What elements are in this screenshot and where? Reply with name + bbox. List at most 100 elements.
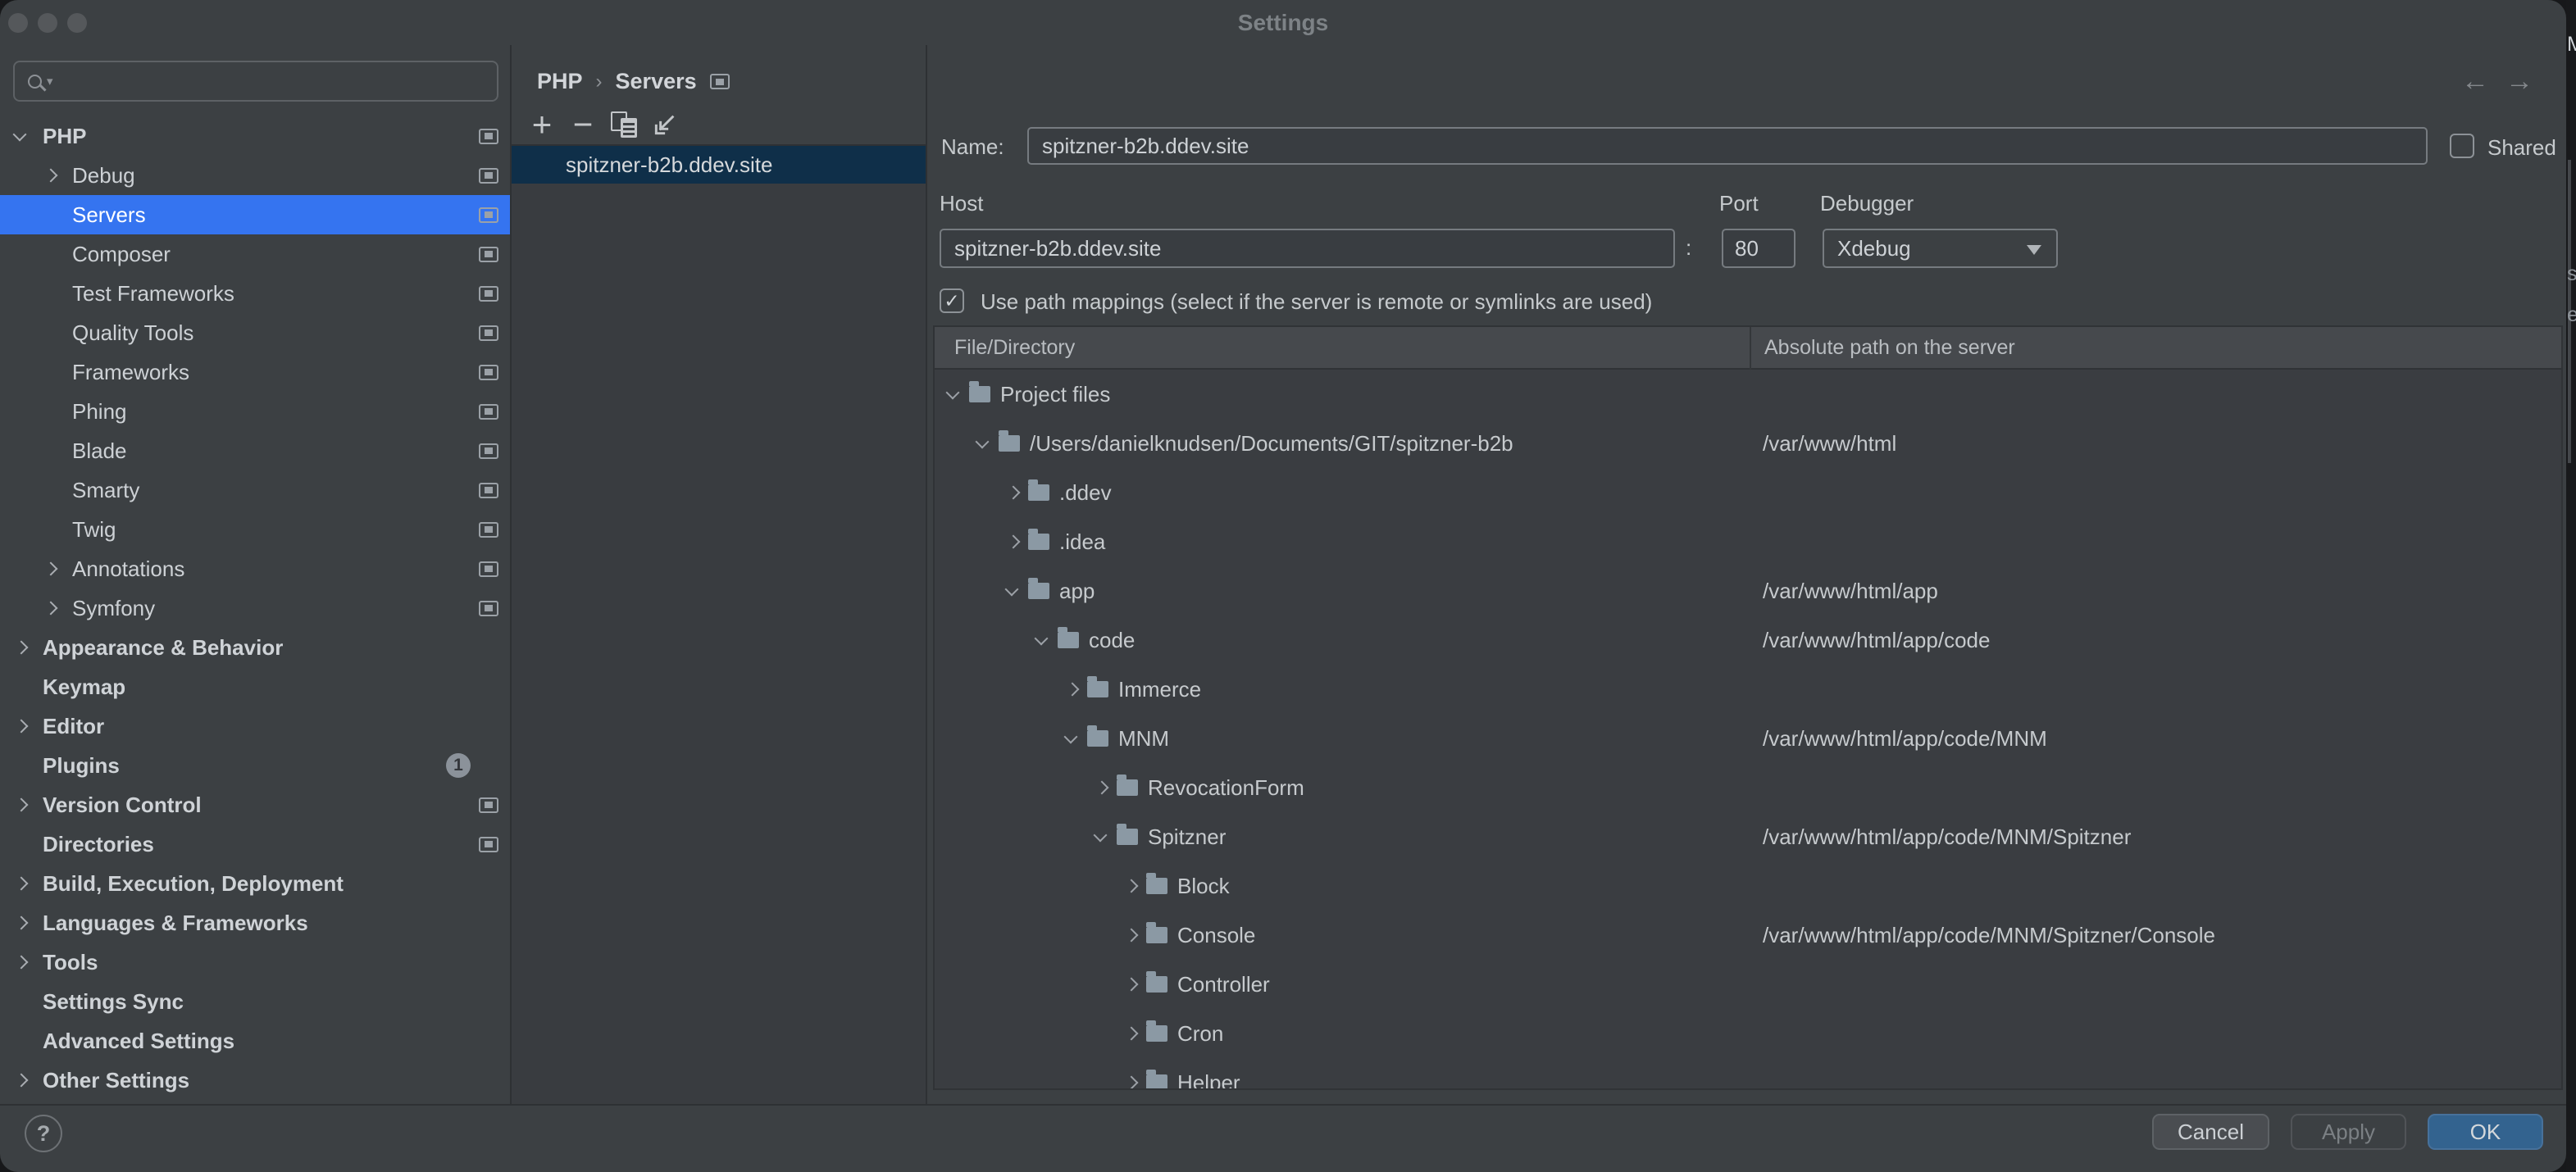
- chevron-collapsed-icon[interactable]: [15, 918, 39, 928]
- add-server-button[interactable]: +: [521, 106, 562, 143]
- sidebar-item-plugins[interactable]: Plugins1: [0, 746, 510, 785]
- sidebar-item-annotations[interactable]: Annotations: [0, 549, 510, 588]
- column-divider[interactable]: [1750, 327, 1751, 370]
- sidebar-item-debug[interactable]: Debug: [0, 156, 510, 195]
- mapping-row-app[interactable]: app/var/www/html/app: [935, 566, 2561, 616]
- chevron-collapsed-icon[interactable]: [1125, 930, 1146, 940]
- chevron-collapsed-icon[interactable]: [1125, 1078, 1146, 1088]
- chevron-collapsed-icon[interactable]: [1007, 488, 1028, 497]
- debugger-select[interactable]: Xdebug: [1823, 229, 2058, 268]
- sidebar-item-tools[interactable]: Tools: [0, 943, 510, 982]
- sidebar-item-phing[interactable]: Phing: [0, 392, 510, 431]
- sidebar-item-php[interactable]: PHP: [0, 116, 510, 156]
- sidebar-item-servers[interactable]: Servers: [0, 195, 510, 234]
- chevron-collapsed-icon[interactable]: [44, 603, 69, 613]
- chevron-collapsed-icon[interactable]: [1125, 1029, 1146, 1038]
- host-input[interactable]: [940, 229, 1675, 268]
- sidebar-item-directories[interactable]: Directories: [0, 824, 510, 864]
- sidebar-item-symfony[interactable]: Symfony: [0, 588, 510, 628]
- chevron-expanded-icon[interactable]: [977, 440, 999, 447]
- sidebar-item-build-execution-deployment[interactable]: Build, Execution, Deployment: [0, 864, 510, 903]
- sidebar-item-languages-frameworks[interactable]: Languages & Frameworks: [0, 903, 510, 943]
- mapping-row-users-danielknudsen-documents-git-spitzner-b2b[interactable]: /Users/danielknudsen/Documents/GIT/spitz…: [935, 419, 2561, 468]
- sidebar-item-version-control[interactable]: Version Control: [0, 785, 510, 824]
- chevron-collapsed-icon[interactable]: [15, 1075, 39, 1085]
- sidebar-item-frameworks[interactable]: Frameworks: [0, 352, 510, 392]
- copy-server-button[interactable]: [603, 106, 644, 143]
- chevron-expanded-icon[interactable]: [1095, 834, 1117, 840]
- port-input[interactable]: [1722, 229, 1795, 268]
- sidebar-item-twig[interactable]: Twig: [0, 510, 510, 549]
- sidebar-item-label: Debug: [72, 163, 135, 189]
- chevron-collapsed-icon[interactable]: [1095, 783, 1117, 793]
- mapping-path-cell: /var/www/html/app/code/MNM/Spitzner: [1763, 824, 2131, 850]
- search-options-caret-icon[interactable]: ▾: [47, 74, 53, 89]
- mapping-row-immerce[interactable]: Immerce: [935, 665, 2561, 714]
- ok-button[interactable]: OK: [2428, 1114, 2543, 1150]
- folder-icon: [1117, 829, 1138, 845]
- sidebar-item-blade[interactable]: Blade: [0, 431, 510, 470]
- sidebar-item-composer[interactable]: Composer: [0, 234, 510, 274]
- mapping-row-mnm[interactable]: MNM/var/www/html/app/code/MNM: [935, 714, 2561, 763]
- remove-server-button[interactable]: −: [562, 106, 603, 143]
- path-mappings-checkbox[interactable]: [940, 288, 964, 313]
- chevron-expanded-icon[interactable]: [1007, 588, 1028, 594]
- chevron-collapsed-icon[interactable]: [1007, 537, 1028, 547]
- mapping-row-block[interactable]: Block: [935, 861, 2561, 911]
- help-button[interactable]: ?: [25, 1115, 62, 1152]
- cancel-button[interactable]: Cancel: [2152, 1114, 2269, 1150]
- sidebar-item-appearance-behavior[interactable]: Appearance & Behavior: [0, 628, 510, 667]
- search-icon: [28, 75, 42, 89]
- plugins-update-badge: 1: [446, 753, 471, 778]
- forward-arrow-icon[interactable]: →: [2505, 66, 2533, 98]
- mapping-path-cell: /var/www/html: [1763, 431, 1896, 457]
- mapping-row-helper[interactable]: Helper: [935, 1058, 2561, 1088]
- server-list-item[interactable]: spitzner-b2b.ddev.site: [512, 146, 926, 184]
- mapping-row-console[interactable]: Console/var/www/html/app/code/MNM/Spitzn…: [935, 911, 2561, 960]
- sidebar-item-advanced-settings[interactable]: Advanced Settings: [0, 1021, 510, 1061]
- chevron-expanded-icon[interactable]: [1036, 637, 1058, 643]
- mapping-row-cron[interactable]: Cron: [935, 1009, 2561, 1058]
- folder-icon: [999, 435, 1020, 452]
- mapping-row-ddev[interactable]: .ddev: [935, 468, 2561, 517]
- mapping-row-revocationform[interactable]: RevocationForm: [935, 763, 2561, 812]
- sidebar-item-keymap[interactable]: Keymap: [0, 667, 510, 706]
- name-input[interactable]: [1027, 127, 2428, 165]
- mapping-file-label: Helper: [1177, 1070, 1240, 1089]
- back-arrow-icon[interactable]: ←: [2461, 66, 2489, 98]
- sidebar-item-label: Annotations: [72, 556, 184, 582]
- chevron-collapsed-icon[interactable]: [15, 643, 39, 652]
- chevron-expanded-icon[interactable]: [1066, 735, 1087, 742]
- chevron-collapsed-icon[interactable]: [15, 800, 39, 810]
- mapping-file-cell: Controller: [935, 972, 1763, 997]
- apply-button[interactable]: Apply: [2291, 1114, 2406, 1150]
- chevron-expanded-icon[interactable]: [948, 391, 969, 397]
- mapping-file-label: app: [1059, 579, 1095, 604]
- sidebar-item-editor[interactable]: Editor: [0, 706, 510, 746]
- shared-checkbox[interactable]: [2450, 134, 2474, 158]
- sidebar-item-smarty[interactable]: Smarty: [0, 470, 510, 510]
- mapping-row-project-files[interactable]: Project files: [935, 370, 2561, 419]
- sidebar-item-label: Other Settings: [43, 1068, 189, 1093]
- mapping-row-code[interactable]: code/var/www/html/app/code: [935, 616, 2561, 665]
- mapping-row-spitzner[interactable]: Spitzner/var/www/html/app/code/MNM/Spitz…: [935, 812, 2561, 861]
- sidebar-item-other-settings[interactable]: Other Settings: [0, 1061, 510, 1100]
- sidebar-item-test-frameworks[interactable]: Test Frameworks: [0, 274, 510, 313]
- chevron-collapsed-icon[interactable]: [1066, 684, 1087, 694]
- mapping-file-label: Spitzner: [1148, 824, 1226, 850]
- chevron-collapsed-icon[interactable]: [15, 721, 39, 731]
- mapping-row-controller[interactable]: Controller: [935, 960, 2561, 1009]
- sidebar-item-quality-tools[interactable]: Quality Tools: [0, 313, 510, 352]
- sidebar-item-settings-sync[interactable]: Settings Sync: [0, 982, 510, 1021]
- chevron-collapsed-icon[interactable]: [1125, 979, 1146, 989]
- chevron-collapsed-icon[interactable]: [44, 170, 69, 180]
- chevron-collapsed-icon[interactable]: [1125, 881, 1146, 891]
- mapping-row-idea[interactable]: .idea: [935, 517, 2561, 566]
- breadcrumb-php[interactable]: PHP: [537, 69, 583, 94]
- chevron-expanded-icon[interactable]: [15, 133, 39, 139]
- chevron-collapsed-icon[interactable]: [15, 957, 39, 967]
- import-mappings-button[interactable]: [644, 106, 685, 143]
- chevron-collapsed-icon[interactable]: [15, 879, 39, 888]
- chevron-collapsed-icon[interactable]: [44, 564, 69, 574]
- settings-search-input[interactable]: ▾: [13, 61, 498, 102]
